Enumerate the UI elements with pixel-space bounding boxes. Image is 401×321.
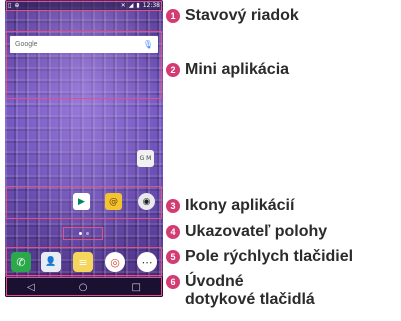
highlight-nav-buttons — [6, 277, 162, 296]
callout-quick-buttons: 5 Pole rýchlych tlačidiel — [166, 248, 353, 266]
callout-status-bar: 1 Stavový riadok — [166, 7, 299, 25]
callout-number: 2 — [166, 63, 180, 77]
callout-number: 4 — [166, 225, 180, 239]
google-folder-icon[interactable]: G M — [137, 150, 154, 167]
callout-label: Úvodné dotykové tlačidlá — [185, 273, 315, 308]
callout-label: Mini aplikácia — [185, 61, 290, 78]
callout-label: Stavový riadok — [185, 7, 299, 24]
callout-number: 6 — [166, 275, 180, 289]
highlight-quick-buttons — [6, 247, 162, 276]
phone-screen: ▯ ⊕ ✕ ◢ ▮ 12:38 Google 🎙 G M ▶ @ ◉ ✆ 👤 ≡ — [5, 0, 163, 297]
callout-number: 1 — [166, 9, 180, 23]
callout-mini-app: 2 Mini aplikácia — [166, 61, 289, 79]
highlight-app-icons — [6, 186, 162, 219]
callout-page-indicator: 4 Ukazovateľ polohy — [166, 223, 327, 241]
callout-number: 5 — [166, 250, 180, 264]
highlight-widget — [6, 31, 162, 99]
callout-number: 3 — [166, 199, 180, 213]
callout-label: Ukazovateľ polohy — [185, 223, 328, 240]
callout-label: Pole rýchlych tlačidiel — [185, 248, 354, 265]
callout-label: Ikony aplikácií — [185, 197, 295, 214]
callout-nav-buttons: 6 Úvodné dotykové tlačidlá — [166, 273, 316, 309]
highlight-page-indicator — [63, 227, 103, 240]
callout-app-icons: 3 Ikony aplikácií — [166, 197, 294, 215]
highlight-status-bar — [6, 1, 162, 11]
